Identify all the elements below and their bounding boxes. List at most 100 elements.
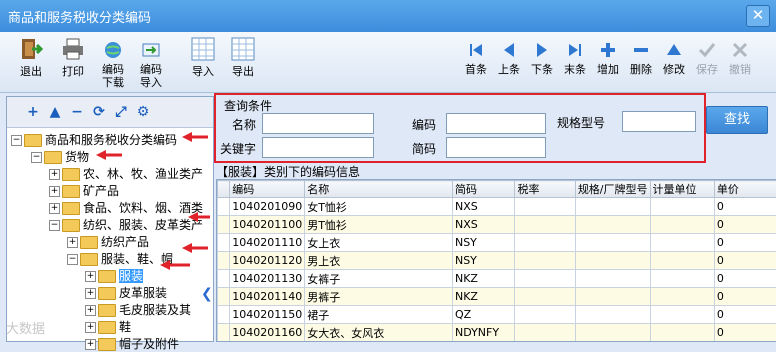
row-indicator[interactable] [218, 216, 230, 234]
tree-node-leather-apparel[interactable]: +皮革服装 [85, 284, 167, 300]
expand-toggle-icon[interactable]: + [85, 322, 96, 333]
table-row[interactable]: 1040201120男上衣NSY0 [218, 252, 776, 270]
tree-node-minerals[interactable]: + 矿产品 [49, 182, 119, 198]
col-header-unit[interactable]: 计量单位 [650, 181, 714, 198]
tree-node-hats[interactable]: +帽子及附件 [85, 335, 179, 351]
tree-node-textile[interactable]: −纺织、服装、皮革类产 [49, 216, 203, 232]
next-record-label: 下条 [527, 63, 557, 76]
title-bar: 商品和服务税收分类编码 ✕ [0, 0, 776, 32]
name-input[interactable] [262, 113, 374, 134]
table-row[interactable]: 1040201100男T恤衫NXS0 [218, 216, 776, 234]
edit-button[interactable]: 修改 [659, 36, 689, 76]
undo-button[interactable]: 撤销 [725, 36, 755, 76]
code-download-button[interactable]: 编码 下载 [96, 36, 130, 89]
folder-icon [80, 236, 98, 249]
import-button[interactable]: 导入 [186, 36, 220, 78]
collapse-toggle-icon[interactable]: − [31, 152, 42, 163]
export-button[interactable]: 导出 [226, 36, 260, 78]
move-up-icon[interactable]: ▲ [47, 104, 63, 120]
first-record-icon [466, 40, 486, 60]
cell-code: 1040201160 [230, 324, 305, 342]
next-record-button[interactable]: 下条 [527, 36, 557, 76]
edit-label: 修改 [659, 63, 689, 76]
last-record-button[interactable]: 末条 [560, 36, 590, 76]
code-import-button[interactable]: 编码 导入 [134, 36, 168, 89]
first-record-button[interactable]: 首条 [461, 36, 491, 76]
expand-toggle-icon[interactable]: + [49, 203, 60, 214]
expand-icon[interactable]: ⤢ [113, 104, 129, 120]
col-header-price[interactable]: 单价 [714, 181, 776, 198]
col-header-short-code[interactable]: 简码 [452, 181, 515, 198]
globe-download-icon [103, 40, 123, 60]
cell-price: 0 [714, 288, 776, 306]
expand-toggle-icon[interactable]: + [67, 237, 78, 248]
tree-node-label: 矿产品 [83, 184, 119, 198]
query-legend: 查询条件 [224, 97, 272, 114]
table-row[interactable]: 1040201150裙子QZ0 [218, 306, 776, 324]
tree-node-label: 农、林、牧、渔业类产 [83, 167, 203, 181]
tree-node-fur-apparel[interactable]: + 毛皮服装及其 [85, 301, 191, 317]
table-row[interactable]: 1040201090女T恤衫NXS0 [218, 198, 776, 216]
col-header-tax-rate[interactable]: 税率 [515, 181, 575, 198]
refresh-icon[interactable]: ⟳ [91, 104, 107, 120]
expand-toggle-icon[interactable]: + [85, 271, 96, 282]
tree-node-textile-products[interactable]: +纺织产品 [67, 233, 149, 249]
collapse-toggle-icon[interactable]: − [49, 220, 60, 231]
tree-node-root[interactable]: −商品和服务税收分类编码 [11, 131, 177, 147]
row-indicator[interactable] [218, 342, 230, 343]
short-code-input[interactable] [446, 137, 546, 158]
table-row[interactable]: 1040201140男裤子NKZ0 [218, 288, 776, 306]
save-button[interactable]: 保存 [692, 36, 722, 76]
cell-short-code: NSY [452, 252, 515, 270]
print-button[interactable]: 打印 [56, 36, 90, 78]
row-indicator[interactable] [218, 270, 230, 288]
tree-node-food[interactable]: +食品、饮料、烟、酒类 [49, 199, 203, 215]
delete-button[interactable]: 删除 [626, 36, 656, 76]
table-row[interactable]: 1040201110女上衣NSY0 [218, 234, 776, 252]
tree-add-icon[interactable]: + [25, 104, 41, 120]
collapse-toggle-icon[interactable]: − [67, 254, 78, 265]
spec-label: 规格型号 [557, 114, 605, 131]
remove-icon[interactable]: − [69, 104, 85, 120]
expand-toggle-icon[interactable]: + [85, 288, 96, 299]
search-button[interactable]: 查找 [706, 106, 768, 134]
close-button[interactable]: ✕ [746, 5, 770, 27]
collapse-panel-icon[interactable]: ❮ [201, 286, 213, 302]
cell-price: 0 [714, 198, 776, 216]
expand-toggle-icon[interactable]: + [49, 169, 60, 180]
table-row[interactable]: 1040201160女大衣、女风衣NDYNFY0 [218, 324, 776, 342]
code-input[interactable] [446, 113, 546, 134]
row-indicator[interactable] [218, 306, 230, 324]
prev-record-button[interactable]: 上条 [494, 36, 524, 76]
tree-node-agriculture[interactable]: + 农、林、牧、渔业类产 [49, 165, 203, 181]
exit-button[interactable]: 退出 [14, 36, 48, 78]
expand-toggle-icon[interactable]: + [49, 186, 60, 197]
cell-tax-rate [515, 198, 575, 216]
table-row[interactable]: 1040201170男大衣、男风衣NDYNFY0 [218, 342, 776, 343]
tree-node-label: 毛皮服装及其 [119, 303, 191, 317]
col-header-code[interactable]: 编码 [230, 181, 305, 198]
settings-icon[interactable]: ⚙ [135, 104, 151, 120]
collapse-toggle-icon[interactable]: − [11, 135, 22, 146]
tree-node-apparel-shoes-hats[interactable]: −服装、鞋、帽 [67, 250, 173, 266]
expand-toggle-icon[interactable]: + [85, 339, 96, 350]
col-header-spec[interactable]: 规格/厂牌型号 [575, 181, 650, 198]
row-indicator[interactable] [218, 198, 230, 216]
table-row[interactable]: 1040201130女裤子NKZ0 [218, 270, 776, 288]
expand-toggle-icon[interactable]: + [85, 305, 96, 316]
row-indicator[interactable] [218, 252, 230, 270]
cell-spec [575, 342, 650, 343]
row-indicator[interactable] [218, 288, 230, 306]
tree-node-apparel[interactable]: +服装 [85, 267, 143, 283]
col-header-name[interactable]: 名称 [305, 181, 453, 198]
tree-node-shoes[interactable]: +鞋 [85, 318, 131, 334]
keyword-input[interactable] [262, 137, 374, 158]
row-indicator[interactable] [218, 234, 230, 252]
spec-input[interactable] [622, 111, 696, 132]
tree-toolbar: + ▲ − ⟳ ⤢ ⚙ [7, 97, 213, 128]
cell-tax-rate [515, 252, 575, 270]
row-indicator[interactable] [218, 324, 230, 342]
tree-node-goods[interactable]: −货物 [31, 148, 89, 164]
cell-spec [575, 288, 650, 306]
add-button[interactable]: 增加 [593, 36, 623, 76]
